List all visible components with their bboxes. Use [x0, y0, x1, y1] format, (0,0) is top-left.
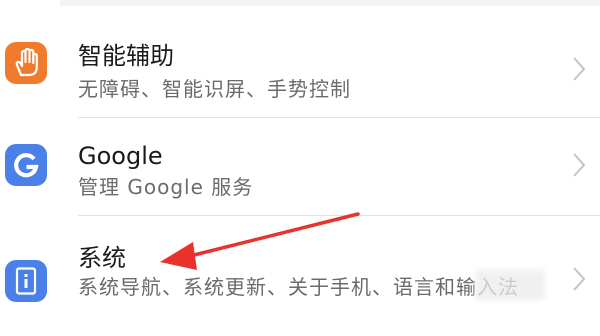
chevron-right-icon [573, 267, 586, 291]
watermark [475, 270, 545, 300]
settings-item-google[interactable]: Google 管理 Google 服务 [0, 118, 600, 216]
item-title: Google [78, 142, 163, 170]
google-g-icon [5, 144, 47, 186]
item-subtitle: 无障碍、智能识屏、手势控制 [78, 77, 351, 101]
hand-icon [5, 42, 47, 84]
item-subtitle: 管理 Google 服务 [78, 175, 254, 199]
settings-item-smart-assist[interactable]: 智能辅助 无障碍、智能识屏、手势控制 [0, 0, 600, 118]
item-title: 智能辅助 [78, 42, 174, 70]
item-title: 系统 [78, 244, 126, 272]
chevron-right-icon [573, 153, 586, 177]
system-phone-icon [5, 260, 47, 302]
chevron-right-icon [573, 57, 586, 81]
